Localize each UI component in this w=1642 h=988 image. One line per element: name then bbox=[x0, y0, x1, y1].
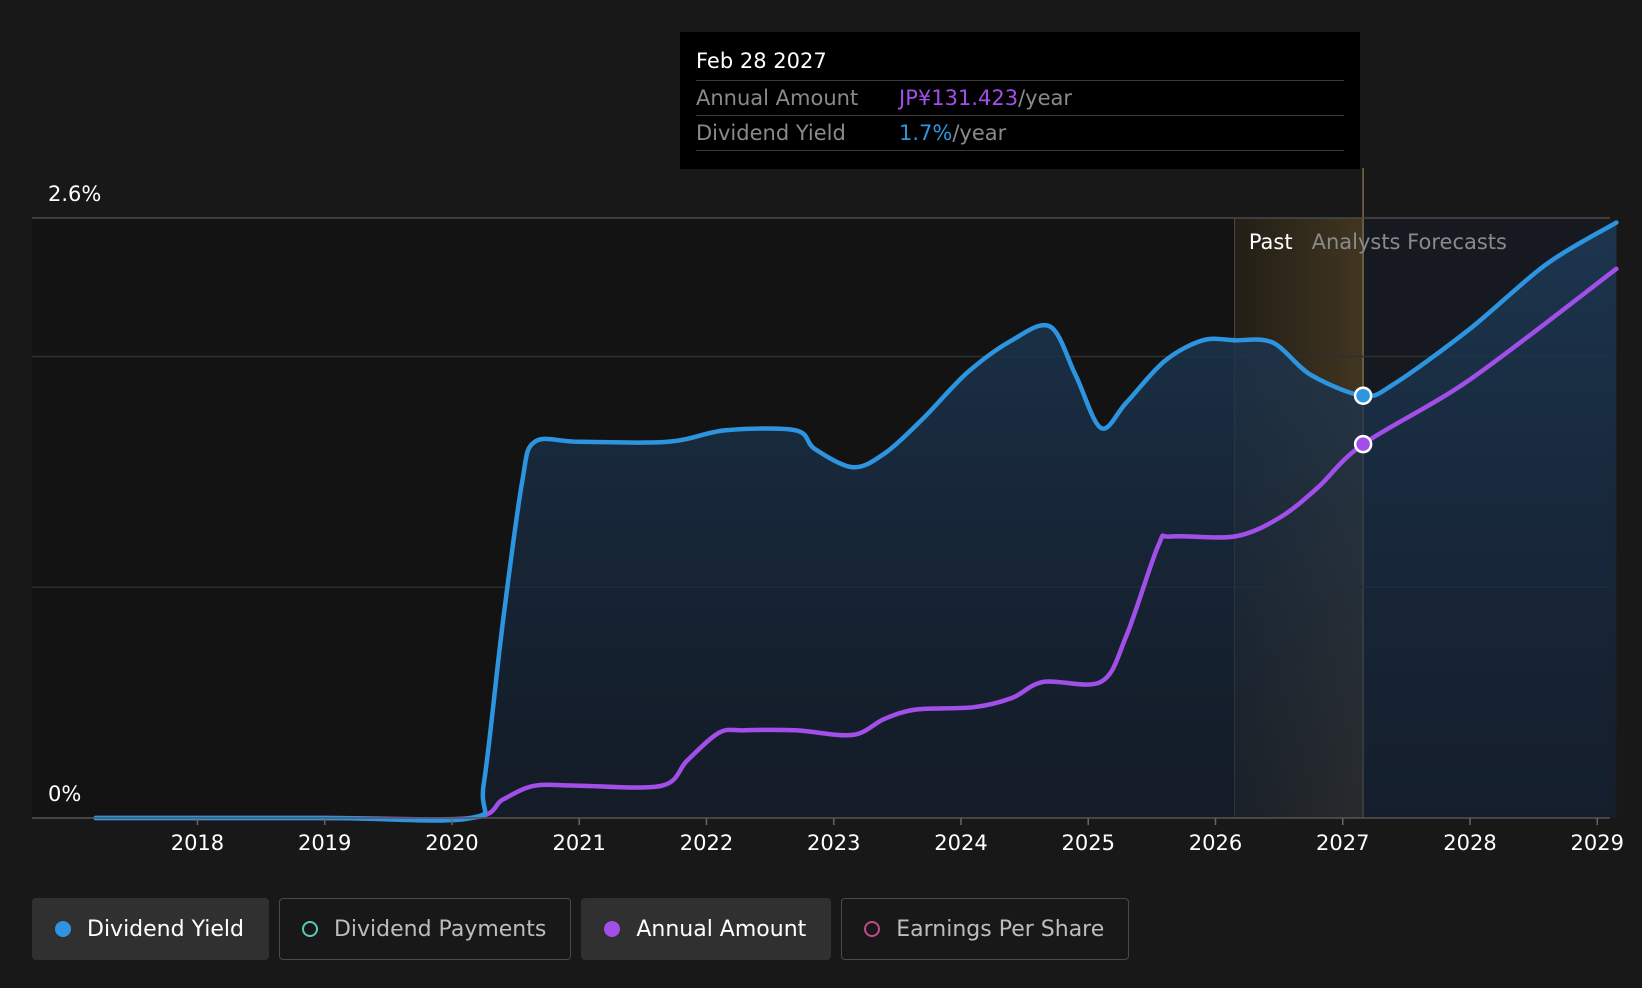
x-tick-label: 2023 bbox=[807, 831, 860, 855]
tooltip-label: Dividend Yield bbox=[696, 121, 846, 145]
x-tick-label: 2018 bbox=[171, 831, 224, 855]
tooltip-unit: /year bbox=[1018, 86, 1072, 110]
x-tick-label: 2029 bbox=[1571, 831, 1624, 855]
tooltip-value: JP¥131.423 bbox=[899, 86, 1019, 110]
x-tick-label: 2020 bbox=[425, 831, 478, 855]
earnings-per-share-ring-icon bbox=[864, 921, 881, 937]
x-tick-label: 2024 bbox=[934, 831, 987, 855]
legend-toggle-dividend-payments[interactable]: Dividend Payments bbox=[278, 898, 572, 960]
legend-label: Dividend Yield bbox=[87, 916, 244, 942]
tooltip-row-annual-amount: Annual Amount JP¥131.423 /year bbox=[696, 81, 1344, 116]
tooltip-row-dividend-yield: Dividend Yield 1.7% /year bbox=[696, 116, 1344, 151]
forecast-region-label: Analysts Forecasts bbox=[1312, 230, 1507, 254]
tooltip: Feb 28 2027 Annual Amount JP¥131.423 /ye… bbox=[680, 32, 1360, 169]
tooltip-value: 1.7% bbox=[899, 121, 953, 145]
x-tick-label: 2026 bbox=[1189, 831, 1242, 855]
x-tick-label: 2027 bbox=[1316, 831, 1369, 855]
x-tick-label: 2025 bbox=[1062, 831, 1115, 855]
legend: Dividend Yield Dividend Payments Annual … bbox=[32, 898, 1130, 960]
legend-label: Earnings Per Share bbox=[896, 916, 1105, 942]
legend-toggle-annual-amount[interactable]: Annual Amount bbox=[581, 898, 832, 960]
annual-amount-marker bbox=[1353, 434, 1373, 454]
legend-label: Dividend Payments bbox=[333, 916, 547, 942]
tooltip-date: Feb 28 2027 bbox=[696, 46, 1344, 81]
dividend-yield-marker bbox=[1353, 386, 1373, 405]
y-axis-label-max: 2.6% bbox=[48, 182, 101, 206]
x-tick-label: 2019 bbox=[298, 831, 351, 855]
x-tick-label: 2028 bbox=[1443, 831, 1496, 855]
annual-amount-dot-icon bbox=[604, 921, 621, 937]
x-tick-label: 2021 bbox=[552, 831, 605, 855]
past-region-label: Past bbox=[1249, 230, 1293, 254]
legend-toggle-dividend-yield[interactable]: Dividend Yield bbox=[32, 898, 269, 960]
tooltip-label: Annual Amount bbox=[696, 86, 859, 110]
dividend-yield-dot-icon bbox=[55, 921, 71, 937]
x-tick-label: 2022 bbox=[680, 831, 733, 855]
tooltip-unit: /year bbox=[952, 121, 1007, 145]
legend-toggle-earnings-per-share[interactable]: Earnings Per Share bbox=[841, 898, 1130, 960]
y-axis-label-min: 0% bbox=[48, 782, 81, 806]
dividend-payments-ring-icon bbox=[301, 921, 318, 937]
legend-label: Annual Amount bbox=[636, 916, 807, 942]
